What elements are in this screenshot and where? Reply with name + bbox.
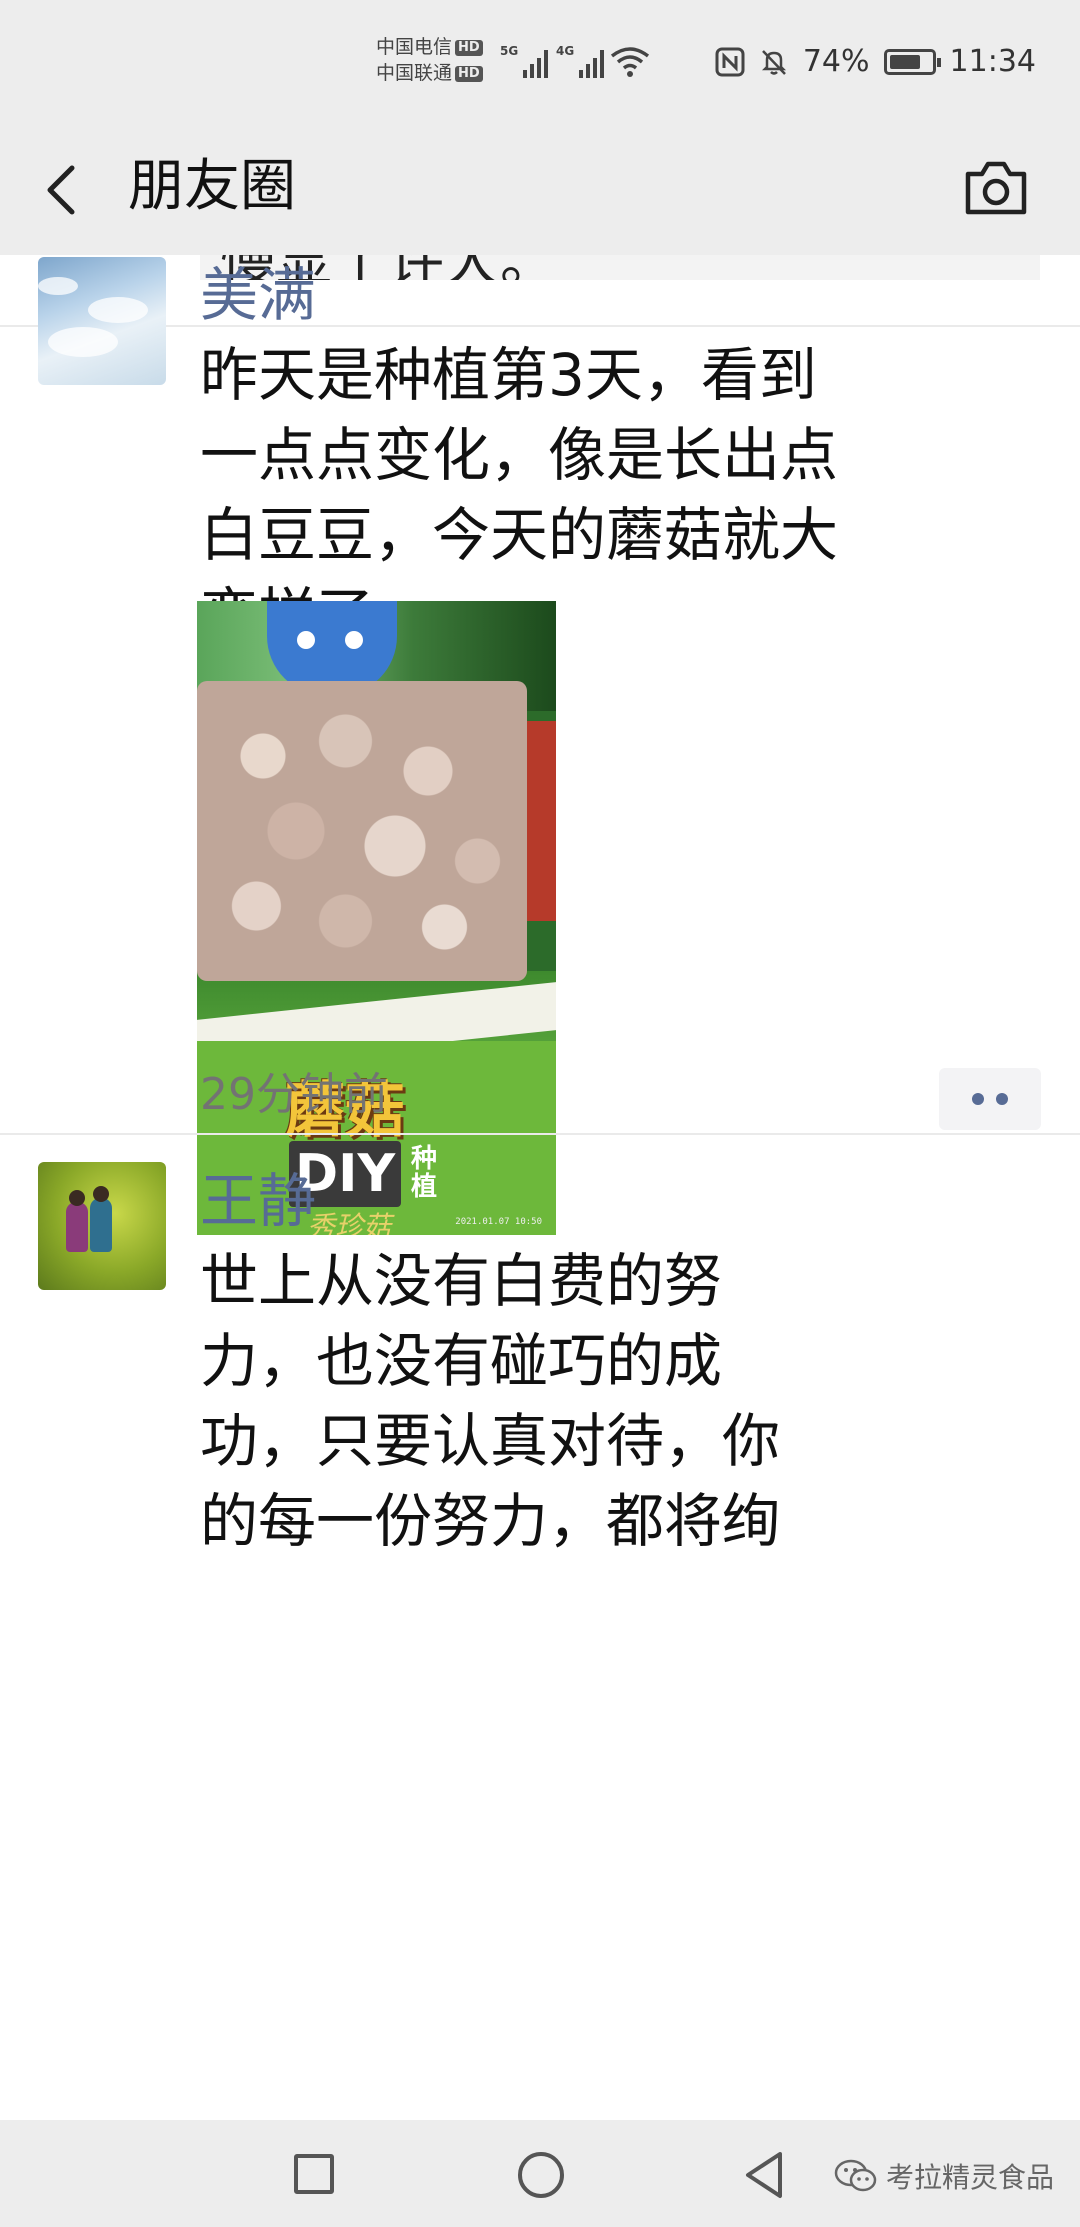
dot-icon <box>972 1093 984 1105</box>
wifi-icon <box>610 47 650 77</box>
post-text-line: 一点点变化，像是长出点 <box>200 421 839 489</box>
post-time: 29分钟前 <box>200 1069 388 1120</box>
system-nav-bar: 考拉精灵食品 <box>0 2120 1080 2227</box>
watermark-text: 考拉精灵食品 <box>886 2161 1055 2194</box>
post-text-line: 力，也没有碰巧的成 <box>200 1327 723 1395</box>
post-text-line: 的每一份努力，都将绚 <box>200 1487 781 1555</box>
post-author-name[interactable]: 王静 <box>200 1165 316 1237</box>
nav-bar: 朋友圈 <box>0 120 1080 255</box>
more-options-button[interactable] <box>939 1068 1041 1130</box>
battery-percent: 74% <box>802 44 870 79</box>
clock: 11:34 <box>949 44 1036 79</box>
wechat-logo-icon <box>834 2159 877 2192</box>
mute-bell-icon <box>761 49 786 75</box>
network-4g-label: 4G <box>556 44 575 58</box>
avatar[interactable] <box>38 1162 166 1290</box>
hd-badge: HD <box>455 40 483 56</box>
previous-post-fragment: 慢显了许大。 <box>200 255 1040 280</box>
package-variety-text: 秀珍菇 <box>307 1210 392 1235</box>
home-icon[interactable] <box>518 2152 564 2198</box>
account-watermark: 考拉精灵食品 <box>834 2156 1054 2196</box>
photo-timestamp: 2021.01.07 10:50 <box>455 1217 542 1227</box>
post-divider <box>0 1133 1080 1135</box>
network-5g-label: 5G <box>500 44 519 58</box>
system-back-icon[interactable] <box>742 2150 786 2200</box>
status-bar: 中国电信 HD 中国联通 HD 5G 4G 74% 11:34 <box>0 0 1080 120</box>
post-photo[interactable]: 蘑菇 DIY 种植 秀珍菇 2021.01.07 10:50 <box>197 601 556 1235</box>
recent-apps-icon[interactable] <box>294 2154 334 2194</box>
carrier-info: 中国电信 HD 中国联通 HD <box>376 34 483 86</box>
signal-5g-icon: 5G <box>500 44 549 78</box>
post-text-line: 昨天是种植第3天，看到 <box>200 341 817 409</box>
post-text-line: 功，只要认真对待，你 <box>200 1407 781 1475</box>
nfc-icon <box>715 47 745 76</box>
package-diy-side-text: 种植 <box>411 1144 438 1202</box>
post-text-line: 白豆豆，今天的蘑菇就大 <box>200 501 839 569</box>
dot-icon <box>996 1093 1008 1105</box>
battery-icon <box>883 48 941 75</box>
post-author-name[interactable]: 美满 <box>200 259 316 331</box>
hd-badge: HD <box>455 66 483 82</box>
moments-feed[interactable]: 慢显了许大。 美满 昨天是种植第3天，看到 一点点变化，像是长出点 白豆豆，今天… <box>0 255 1080 2120</box>
signal-4g-icon: 4G <box>556 44 605 78</box>
carrier-2: 中国联通 <box>376 62 453 84</box>
mushroom-cluster <box>197 681 527 981</box>
avatar[interactable] <box>38 257 166 385</box>
back-arrow-icon[interactable] <box>42 160 82 220</box>
camera-icon[interactable] <box>962 158 1030 218</box>
post-text: 世上从没有白费的努 力，也没有碰巧的成 功，只要认真对待，你 的每一份努力，都将… <box>200 1241 1040 1561</box>
page-title: 朋友圈 <box>128 154 296 219</box>
carrier-1: 中国电信 <box>376 36 453 58</box>
post-text-line: 世上从没有白费的努 <box>200 1247 723 1315</box>
